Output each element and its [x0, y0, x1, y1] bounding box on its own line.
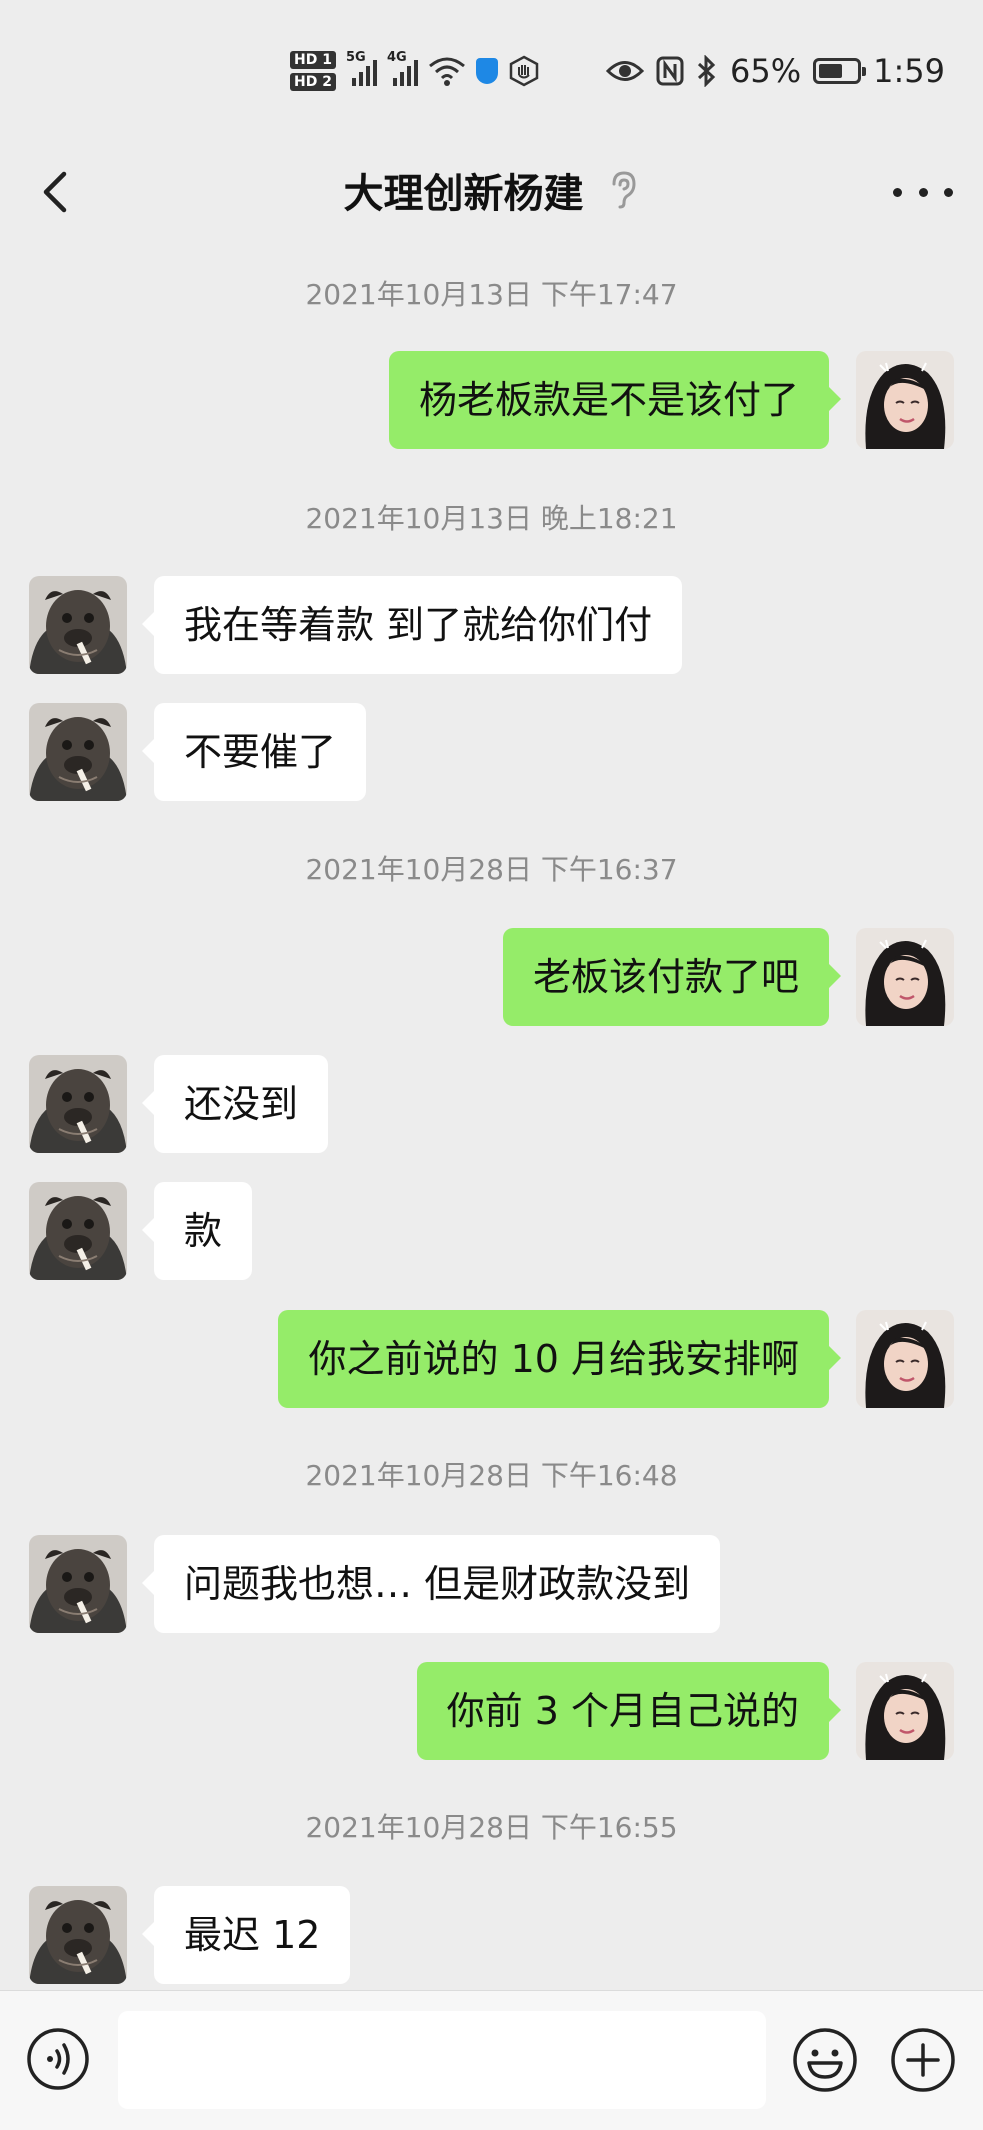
title-wrap: 大理创新杨建 — [0, 140, 983, 240]
user-avatar[interactable] — [856, 928, 954, 1026]
more-dot — [893, 187, 902, 197]
net1-label: 5G — [345, 50, 366, 65]
timestamp: 2021年10月28日 下午16:37 — [305, 853, 678, 886]
hand-icon — [509, 55, 539, 87]
user-avatar[interactable] — [856, 351, 954, 449]
timestamp: 2021年10月13日 下午17:47 — [305, 278, 678, 311]
ear-icon — [612, 171, 636, 209]
contact-avatar[interactable] — [29, 1182, 127, 1280]
status-bar: HD 1 HD 2 5G 4G 65% 1:59 — [0, 0, 983, 140]
more-dot — [944, 187, 953, 197]
input-bar — [0, 1990, 983, 2130]
sent-bubble[interactable]: 老板该付款了吧 — [502, 928, 842, 1026]
battery-level-fill — [819, 64, 843, 78]
received-bubble[interactable]: 问题我也想… 但是财政款没到 — [141, 1535, 721, 1633]
nfc-icon — [656, 56, 684, 86]
contact-avatar[interactable] — [29, 576, 127, 674]
chat-header: 大理创新杨建 — [0, 140, 983, 240]
status-icons-right: 65% 1:59 — [606, 46, 945, 96]
received-bubble[interactable]: 不要催了 — [141, 703, 367, 801]
more-button[interactable] — [893, 162, 953, 222]
sent-bubble[interactable]: 杨老板款是不是该付了 — [388, 351, 842, 449]
chat-title: 大理创新杨建 — [343, 171, 584, 217]
timestamp: 2021年10月28日 下午16:48 — [305, 1459, 678, 1492]
voice-button[interactable] — [26, 2027, 90, 2091]
received-bubble[interactable]: 最迟 12 — [141, 1886, 351, 1984]
sent-bubble[interactable]: 你之前说的 10 月给我安排啊 — [278, 1310, 841, 1408]
wifi-icon — [429, 57, 465, 86]
received-bubble[interactable]: 还没到 — [141, 1055, 329, 1153]
sent-bubble[interactable]: 你前 3 个月自己说的 — [416, 1662, 842, 1760]
net2-label: 4G — [386, 50, 407, 65]
contact-avatar[interactable] — [29, 703, 127, 801]
voice-icon — [27, 2028, 89, 2090]
user-avatar[interactable] — [856, 1662, 954, 1760]
emoji-button[interactable] — [792, 2027, 858, 2093]
eye-icon — [606, 61, 645, 81]
hd1-label: HD 1 — [290, 51, 336, 69]
shield-icon — [475, 58, 498, 84]
contact-avatar[interactable] — [29, 1055, 127, 1153]
message-input[interactable] — [118, 2011, 766, 2109]
chat-messages[interactable]: 2021年10月13日 下午17:47 杨老板款是不是该付了 2021年10月1… — [0, 240, 983, 1990]
contact-avatar[interactable] — [29, 1535, 127, 1633]
clock: 1:59 — [873, 52, 945, 90]
contact-avatar[interactable] — [29, 1886, 127, 1984]
battery-percent: 65% — [730, 52, 802, 90]
hd2-label: HD 2 — [290, 73, 336, 91]
received-bubble[interactable]: 我在等着款 到了就给你们付 — [141, 576, 683, 674]
received-bubble[interactable]: 款 — [141, 1182, 253, 1280]
bluetooth-icon — [697, 55, 716, 87]
battery-icon — [813, 58, 867, 84]
status-icons-left: HD 1 HD 2 5G 4G — [290, 46, 540, 96]
more-functions-button[interactable] — [890, 2027, 956, 2093]
plus-icon — [891, 2028, 955, 2092]
signal-5g-icon: 5G — [346, 50, 377, 86]
user-avatar[interactable] — [856, 1310, 954, 1408]
timestamp: 2021年10月13日 晚上18:21 — [305, 502, 678, 535]
hd-indicator: HD 1 HD 2 — [290, 51, 336, 91]
signal-4g-icon: 4G — [387, 50, 418, 86]
more-dot — [918, 187, 928, 197]
timestamp: 2021年10月28日 下午16:55 — [305, 1811, 678, 1844]
emoji-icon — [793, 2028, 857, 2092]
